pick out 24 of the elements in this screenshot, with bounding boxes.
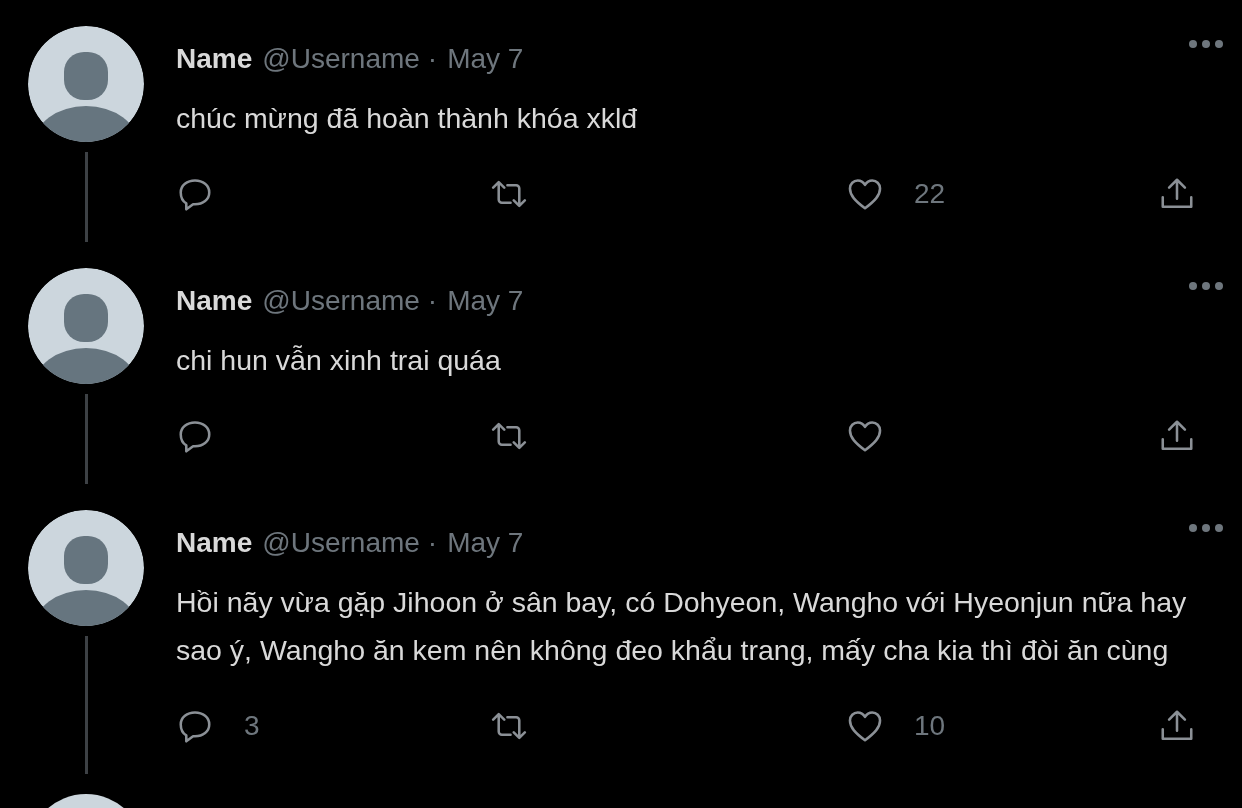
avatar-icon[interactable]: [28, 268, 144, 384]
avatar-icon[interactable]: [28, 510, 144, 626]
more-icon[interactable]: [1188, 522, 1224, 534]
more-icon[interactable]: [1188, 280, 1224, 292]
username[interactable]: @Username: [262, 43, 420, 75]
action-count: 10: [914, 710, 946, 742]
action-count: 3: [244, 710, 260, 742]
display-name[interactable]: Name: [176, 285, 253, 317]
avatar-icon[interactable]: [28, 26, 144, 142]
tweet-text: Hồi nãy vừa gặp Jihoon ở sân bay, có Dohyeon, Wangho với Hyeonjun nữa hay sao ý, Wangho ăn kem nên không đeo khẩu trang, mấy cha kia thì đòi ăn cùng: [176, 585, 1188, 668]
tweet-text: chúc mừng đã hoàn thành khóa xklđ: [176, 101, 639, 136]
tweet-date[interactable]: May 7: [447, 43, 524, 75]
username[interactable]: @Username: [262, 527, 420, 559]
tweet-text: chi hun vẫn xinh trai quáa: [176, 343, 502, 378]
more-icon[interactable]: [1188, 38, 1224, 50]
separator: ·: [427, 527, 438, 559]
username[interactable]: @Username: [262, 285, 420, 317]
action-count: 22: [914, 178, 946, 210]
tweet-date[interactable]: May 7: [447, 527, 524, 559]
display-name[interactable]: Name: [176, 527, 253, 559]
separator: ·: [427, 43, 438, 75]
separator: ·: [427, 285, 438, 317]
display-name[interactable]: Name: [176, 43, 253, 75]
tweet-date[interactable]: May 7: [447, 285, 524, 317]
